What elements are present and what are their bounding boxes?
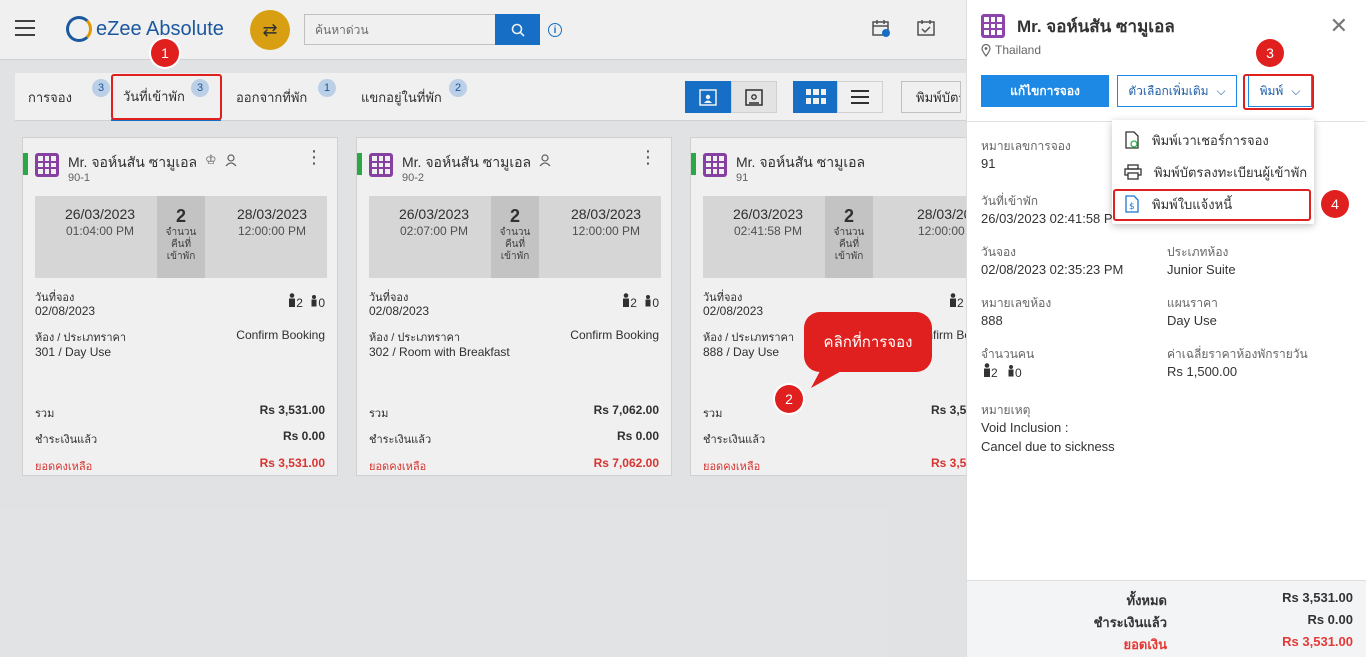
highlight-box — [1113, 189, 1311, 221]
print-voucher-item[interactable]: พิมพ์เวาเชอร์การจอง — [1112, 125, 1314, 155]
highlight-box — [1243, 74, 1314, 110]
res-no-label: หมายเลขการจอง — [981, 139, 1071, 153]
room-no-value: 888 — [981, 313, 1003, 328]
paid-value: Rs 0.00 — [1307, 612, 1353, 627]
more-options-label: ตัวเลือกเพิ่มเติม — [1128, 83, 1209, 98]
country-name: Thailand — [995, 43, 1042, 57]
adult-count: 2 — [991, 366, 998, 380]
pax-value: 2 0 — [983, 363, 1022, 380]
note-line-2: Cancel due to sickness — [981, 439, 1115, 454]
res-no: 91 — [981, 156, 996, 171]
printer-icon — [1124, 164, 1142, 180]
print-registration-card-item[interactable]: พิมพ์บัตรลงทะเบียนผู้เข้าพัก — [1112, 157, 1314, 187]
balance-value: Rs 3,531.00 — [1282, 634, 1353, 649]
more-options-button[interactable]: ตัวเลือกเพิ่มเติม ⌵ — [1117, 75, 1237, 107]
paid-label: ชำระเงินแล้ว — [1093, 615, 1167, 630]
step-marker: 4 — [1321, 190, 1349, 218]
avg-rate-value: Rs 1,500.00 — [1167, 364, 1238, 379]
total-value: Rs 3,531.00 — [1282, 590, 1353, 605]
room-no-label: หมายเลขห้อง — [981, 296, 1052, 310]
room-type-label: ประเภทห้อง — [1167, 245, 1229, 259]
location-pin-icon — [981, 43, 991, 57]
panel-guest-name: Mr. จอห์นสัน ซามูเอล — [1017, 17, 1175, 36]
room-type-value: Junior Suite — [1167, 262, 1236, 277]
step-marker: 3 — [1256, 39, 1284, 67]
building-icon — [981, 14, 1005, 38]
guest-country: Thailand — [981, 43, 1041, 57]
booking-date-value: 02/08/2023 02:35:23 PM — [981, 262, 1124, 277]
avg-rate-label: ค่าเฉลี่ยราคาห้องพักรายวัน — [1167, 347, 1308, 361]
callout-text: คลิกที่การจอง — [823, 334, 913, 351]
chevron-down-icon: ⌵ — [1216, 83, 1226, 98]
rate-plan-label: แผนราคา — [1167, 296, 1218, 310]
totals-footer: ทั้งหมด Rs 3,531.00 ชำระเงินแล้ว Rs 0.00… — [967, 580, 1366, 657]
print-registration-card-label: พิมพ์บัตรลงทะเบียนผู้เข้าพัก — [1154, 164, 1308, 180]
note-label: หมายเหตุ — [981, 403, 1031, 417]
balance-label: ยอดเงิน — [1123, 637, 1167, 652]
checkin-value: 26/03/2023 02:41:58 PM — [981, 211, 1124, 226]
voucher-icon — [1125, 131, 1139, 149]
highlight-box — [111, 74, 222, 120]
checkin-label: วันที่เข้าพัก — [981, 194, 1039, 208]
child-icon — [1008, 365, 1014, 377]
callout-pointer — [811, 360, 861, 388]
note-line-1: Void Inclusion : — [981, 420, 1069, 435]
print-voucher-label: พิมพ์เวาเชอร์การจอง — [1152, 132, 1269, 148]
booking-date-label: วันจอง — [981, 245, 1017, 259]
step-marker: 2 — [775, 385, 803, 413]
adult-icon — [984, 363, 990, 377]
close-icon[interactable]: ✕ — [1330, 15, 1348, 37]
pax-label: จำนวนคน — [981, 347, 1035, 361]
rate-plan-value: Day Use — [1167, 313, 1217, 328]
step-marker: 1 — [151, 39, 179, 67]
child-count: 0 — [1015, 366, 1022, 380]
edit-booking-button[interactable]: แก้ไขการจอง — [981, 75, 1109, 107]
total-label: ทั้งหมด — [1126, 593, 1168, 608]
